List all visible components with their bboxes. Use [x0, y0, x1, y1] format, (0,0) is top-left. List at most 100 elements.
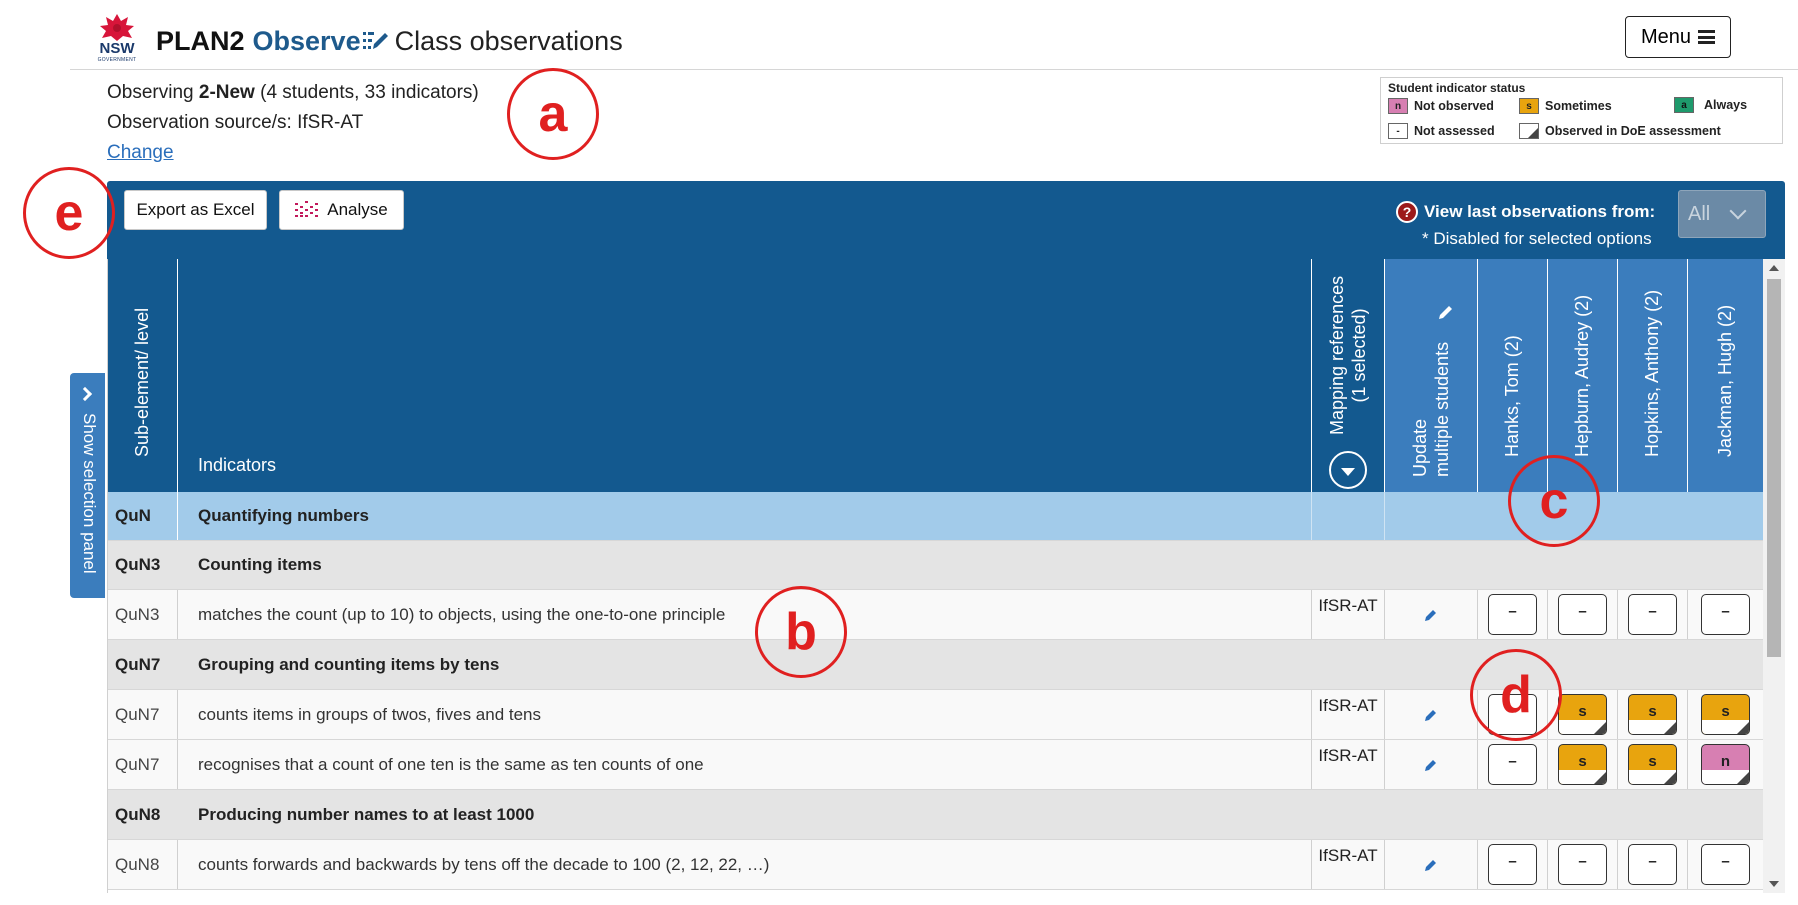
- mapping-dropdown-icon[interactable]: [1329, 451, 1367, 489]
- nsw-logo[interactable]: NSW GOVERNMENT: [92, 12, 142, 64]
- annotation-a: a: [507, 68, 599, 160]
- legend-label: Not assessed: [1414, 124, 1495, 138]
- scroll-up-icon[interactable]: [1769, 265, 1779, 271]
- header-update-multiple[interactable]: Update multiple students: [1385, 259, 1478, 492]
- show-selection-panel-tab[interactable]: Show selection panel: [70, 373, 105, 598]
- legend-item-doe-assessment: Observed in DoE assessment: [1519, 123, 1721, 139]
- student-name: Hanks, Tom (2): [1501, 335, 1522, 457]
- header-student-3[interactable]: Hopkins, Anthony (2): [1618, 259, 1688, 492]
- table-row: QuN8 counts forwards and backwards by te…: [108, 840, 1763, 890]
- status-cell: s: [1618, 690, 1688, 739]
- analyse-button[interactable]: Analyse: [279, 190, 404, 230]
- header-student-4[interactable]: Jackman, Hugh (2): [1688, 259, 1763, 492]
- status-button[interactable]: –: [1488, 594, 1537, 635]
- observation-info: Observing 2-New (4 students, 33 indicato…: [107, 78, 479, 168]
- status-button[interactable]: –: [1488, 844, 1537, 885]
- row-code: QuN7: [108, 640, 178, 689]
- row-mapping: IfSR-AT: [1312, 740, 1385, 789]
- status-button[interactable]: –: [1488, 744, 1537, 785]
- hamburger-icon: [1698, 30, 1716, 44]
- mapping-line1: Mapping references: [1327, 275, 1347, 435]
- status-button[interactable]: s: [1701, 694, 1750, 735]
- help-icon[interactable]: ?: [1396, 201, 1418, 223]
- header-sub-element-label: Sub-element/ level: [131, 307, 152, 457]
- legend-title: Student indicator status: [1388, 81, 1526, 95]
- update-row-cell: [1385, 840, 1478, 889]
- pencil-icon: [1439, 306, 1452, 319]
- status-button[interactable]: s: [1628, 744, 1677, 785]
- status-cell: –: [1548, 840, 1618, 889]
- table-toolbar: Export as Excel Analyse ? View last obse…: [107, 181, 1785, 259]
- status-cell: –: [1548, 590, 1618, 639]
- status-code: s: [1648, 753, 1657, 770]
- doe-corner-icon: [1519, 123, 1539, 139]
- pencil-icon[interactable]: [1423, 757, 1439, 773]
- status-code: –: [1721, 853, 1730, 870]
- page-title: PLAN2 Observe Class observations: [156, 24, 623, 58]
- legend-swatch: -: [1388, 123, 1408, 139]
- scrollbar-thumb[interactable]: [1767, 279, 1781, 657]
- table-scrollbar[interactable]: [1763, 259, 1785, 893]
- legend-swatch: a: [1674, 97, 1694, 113]
- module-name: Observe: [252, 26, 361, 56]
- status-button[interactable]: –: [1628, 844, 1677, 885]
- row-code: QuN3: [108, 590, 178, 639]
- view-last-text: View last observations from:: [1424, 202, 1656, 221]
- status-button[interactable]: n: [1701, 744, 1750, 785]
- row-indicator: counts forwards and backwards by tens of…: [178, 840, 1312, 889]
- logo-text: NSW: [99, 40, 135, 57]
- change-link[interactable]: Change: [107, 142, 174, 163]
- row-mapping: [1312, 492, 1385, 540]
- row-indicator: matches the count (up to 10) to objects,…: [178, 590, 1312, 639]
- row-indicator: counts items in groups of twos, fives an…: [178, 690, 1312, 739]
- status-button[interactable]: –: [1701, 844, 1750, 885]
- status-cell: –: [1618, 590, 1688, 639]
- row-indicator: Counting items: [198, 555, 322, 574]
- status-button[interactable]: –: [1701, 594, 1750, 635]
- menu-label: Menu: [1640, 25, 1692, 48]
- analyse-label: Analyse: [327, 200, 388, 219]
- table-row: QuN3 matches the count (up to 10) to obj…: [108, 590, 1763, 640]
- chevron-down-icon: [1729, 202, 1747, 220]
- view-last-select[interactable]: All: [1678, 190, 1766, 238]
- row-code: QuN7: [108, 690, 178, 739]
- legend-label: Always: [1704, 98, 1748, 112]
- page: NSW GOVERNMENT PLAN2 Observe Class observ…: [0, 0, 1798, 905]
- header-indicators-label: Indicators: [198, 455, 277, 475]
- status-button[interactable]: s: [1558, 744, 1607, 785]
- observing-prefix: Observing: [107, 82, 199, 103]
- select-value: All: [1688, 202, 1711, 225]
- row-code: QuN8: [108, 840, 178, 889]
- row-indicator: recognises that a count of one ten is th…: [178, 740, 1312, 789]
- row-code: QuN8: [108, 790, 178, 839]
- status-code: –: [1508, 753, 1517, 770]
- status-button[interactable]: s: [1558, 694, 1607, 735]
- row-indicator: Quantifying numbers: [178, 492, 1312, 540]
- status-button[interactable]: –: [1558, 844, 1607, 885]
- status-code: s: [1721, 703, 1730, 720]
- header-sub-element: Sub-element/ level: [108, 259, 178, 492]
- status-code: s: [1578, 703, 1587, 720]
- scroll-down-icon[interactable]: [1769, 881, 1779, 887]
- observe-pencil-icon: [362, 32, 388, 49]
- status-code: s: [1648, 703, 1657, 720]
- row-mapping: IfSR-AT: [1312, 840, 1385, 889]
- status-button[interactable]: –: [1558, 594, 1607, 635]
- page-subtitle: Class observations: [394, 26, 623, 56]
- disabled-note: * Disabled for selected options: [1422, 229, 1652, 248]
- row-indicator: Producing number names to at least 1000: [198, 804, 535, 824]
- waratah-icon: [100, 14, 134, 41]
- pencil-icon[interactable]: [1423, 607, 1439, 623]
- menu-button[interactable]: Menu: [1625, 16, 1731, 58]
- row-code: QuN: [108, 492, 178, 540]
- header-update-label: Update multiple students: [1409, 342, 1453, 477]
- pencil-icon[interactable]: [1423, 707, 1439, 723]
- status-button[interactable]: –: [1628, 594, 1677, 635]
- status-button[interactable]: s: [1628, 694, 1677, 735]
- row-code: QuN7: [108, 740, 178, 789]
- export-excel-button[interactable]: Export as Excel: [124, 190, 267, 230]
- legend-item-not-observed: n Not observed: [1388, 98, 1494, 114]
- status-code: –: [1721, 603, 1730, 620]
- pencil-icon[interactable]: [1423, 857, 1439, 873]
- observations-table: Sub-element/ level Indicators Mapping re…: [107, 259, 1763, 893]
